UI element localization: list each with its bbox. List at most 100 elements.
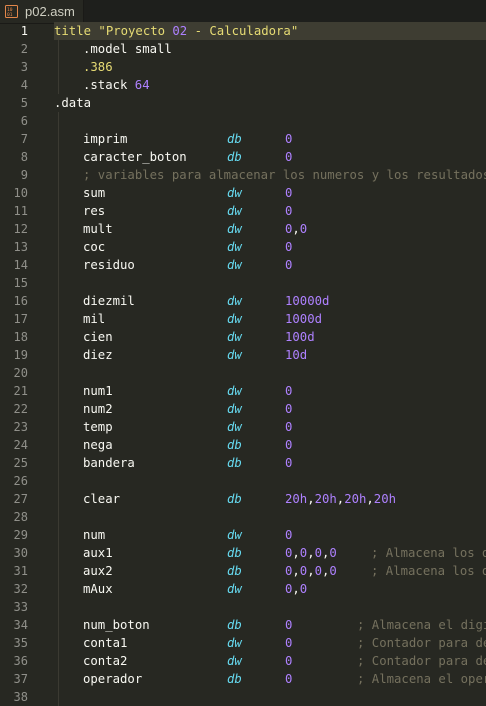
code-comment: ; Contador para de <box>357 636 486 650</box>
line-content: sum dw 0 <box>54 184 486 202</box>
line-number: 20 <box>13 366 28 380</box>
line-content: mil dw 1000d <box>54 310 486 328</box>
line-number: 25 <box>13 456 28 470</box>
line-number: 13 <box>13 240 28 254</box>
code-line[interactable]: 25 bandera db 0 <box>0 454 486 472</box>
line-content <box>54 508 486 526</box>
code-line[interactable]: 19 diez dw 10d <box>0 346 486 364</box>
line-number: 24 <box>13 438 28 452</box>
code-line[interactable]: 3. 386 <box>0 58 486 76</box>
code-line[interactable]: 26 <box>0 472 486 490</box>
code-line[interactable]: 15 <box>0 274 486 292</box>
code-line[interactable]: 34 num_boton db 0 ; Almacena el digi <box>0 616 486 634</box>
indent-guide <box>58 274 59 292</box>
code-line[interactable]: 30aux1db0,0,0,0; Almacena los dig <box>0 544 486 562</box>
code-token: . <box>83 60 91 74</box>
indent-guide <box>58 58 59 76</box>
tab-label: p02.asm <box>25 4 75 19</box>
code-line[interactable]: 4 .stack 64 <box>0 76 486 94</box>
line-content: caracter_boton db 0 <box>54 148 486 166</box>
indent-guide <box>58 490 59 508</box>
line-number: 5 <box>20 96 28 110</box>
code-line[interactable]: 14 residuo dw 0 <box>0 256 486 274</box>
code-line[interactable]: 35 conta1 dw 0 ; Contador para de <box>0 634 486 652</box>
code-line[interactable]: 16 diezmil dw 10000d <box>0 292 486 310</box>
line-content <box>54 688 486 706</box>
indent-guide <box>58 256 59 274</box>
code-line[interactable]: 7 imprim db 0 <box>0 130 486 148</box>
code-line[interactable]: 12 mult dw 0, 0 <box>0 220 486 238</box>
code-line[interactable]: 36 conta2 dw 0 ; Contador para de <box>0 652 486 670</box>
code-line[interactable]: 27 clear db 20h, 20h, 20h, 20h <box>0 490 486 508</box>
line-content: conta1 dw 0 ; Contador para de <box>54 634 486 652</box>
code-token: dw <box>227 402 242 416</box>
code-line[interactable]: 28 <box>0 508 486 526</box>
code-line[interactable]: 24 nega db 0 <box>0 436 486 454</box>
code-token: 0 <box>285 150 293 164</box>
line-content: residuo dw 0 <box>54 256 486 274</box>
code-line[interactable]: 1 title "Proyecto 02 - Calculadora" <box>0 22 486 40</box>
line-content: operador db 0 ; Almacena el oper <box>54 670 486 688</box>
code-token: 386 <box>90 60 113 74</box>
line-number: 14 <box>13 258 28 272</box>
code-line[interactable]: 32 mAux dw 0, 0 <box>0 580 486 598</box>
code-token: 0 <box>314 564 322 578</box>
code-line[interactable]: 5 .data <box>0 94 486 112</box>
code-line[interactable]: 9 ; variables para almacenar los numeros … <box>0 166 486 184</box>
code-token: 0 <box>285 456 293 470</box>
line-number: 17 <box>13 312 28 326</box>
code-line[interactable]: 2 .model small <box>0 40 486 58</box>
code-token: 0 <box>285 654 293 668</box>
line-number: 18 <box>13 330 28 344</box>
line-content: num dw 0 <box>54 526 486 544</box>
line-number: 15 <box>13 276 28 290</box>
code-comment: ; Almacena los dig <box>371 546 486 560</box>
code-line[interactable]: 37 operador db 0 ; Almacena el oper <box>0 670 486 688</box>
line-content: imprim db 0 <box>54 130 486 148</box>
line-number: 30 <box>13 546 28 560</box>
code-token: 0 <box>329 564 337 578</box>
code-token: 0 <box>285 438 293 452</box>
code-token: 1000d <box>285 312 323 326</box>
line-content: .model small <box>54 40 486 58</box>
code-line[interactable]: 21 num1 dw 0 <box>0 382 486 400</box>
code-editor[interactable]: 1 title "Proyecto 02 - Calculadora" 2 .mode… <box>0 22 486 706</box>
code-line[interactable]: 38 <box>0 688 486 706</box>
code-token: conta1 <box>83 636 128 650</box>
indent-guide <box>58 292 59 310</box>
code-line[interactable]: 29 num dw 0 <box>0 526 486 544</box>
code-line[interactable]: 18 cien dw 100d <box>0 328 486 346</box>
tab-p02-asm[interactable]: 10 01 p02.asm <box>0 0 84 23</box>
code-token: 20h <box>373 492 397 506</box>
code-token: operador <box>83 672 143 686</box>
line-content: mult dw 0, 0 <box>54 220 486 238</box>
code-line[interactable]: 8 caracter_boton db 0 <box>0 148 486 166</box>
code-line[interactable]: 23 temp dw 0 <box>0 418 486 436</box>
code-line[interactable]: 10 sum dw 0 <box>0 184 486 202</box>
code-token: 100d <box>285 330 315 344</box>
code-token: 0 <box>329 546 337 560</box>
indent-guide <box>58 598 59 616</box>
line-number: 33 <box>13 600 28 614</box>
code-line[interactable]: 20 <box>0 364 486 382</box>
indent-guide <box>58 238 59 256</box>
line-number: 27 <box>13 492 28 506</box>
line-number: 6 <box>20 114 28 128</box>
line-number: 35 <box>13 636 28 650</box>
indent-guide <box>58 562 59 580</box>
indent-guide <box>58 580 59 598</box>
code-line[interactable]: 13 coc dw 0 <box>0 238 486 256</box>
code-token: , <box>307 546 315 560</box>
code-token: 0 <box>285 132 293 146</box>
code-token: db <box>227 150 242 164</box>
code-line[interactable]: 31aux2db0,0,0,0; Almacena los dig <box>0 562 486 580</box>
code-line[interactable]: 22 num2 dw 0 <box>0 400 486 418</box>
code-line[interactable]: 33 <box>0 598 486 616</box>
line-content: aux2db0,0,0,0; Almacena los dig <box>54 562 486 580</box>
code-line[interactable]: 17 mil dw 1000d <box>0 310 486 328</box>
line-content: aux1db0,0,0,0; Almacena los dig <box>54 544 486 562</box>
code-token: dw <box>227 204 242 218</box>
line-content: num1 dw 0 <box>54 382 486 400</box>
code-line[interactable]: 6 <box>0 112 486 130</box>
code-line[interactable]: 11 res dw 0 <box>0 202 486 220</box>
